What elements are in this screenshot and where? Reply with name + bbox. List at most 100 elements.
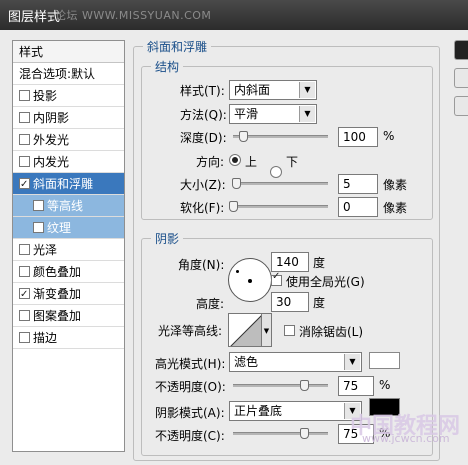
soften-label: 软化(F): [180,201,225,215]
styles-list-item[interactable]: 描边 [13,327,124,349]
depth-input[interactable]: 100 [338,127,378,147]
cancel-button[interactable] [454,68,468,88]
highlight-opacity-slider[interactable] [233,384,328,387]
altitude-label: 高度: [196,297,225,311]
chevron-down-icon: ▼ [299,106,315,122]
size-label: 大小(Z): [180,178,226,192]
gloss-contour-dropdown[interactable]: ▼ [262,313,272,347]
checkbox-icon[interactable] [33,222,44,233]
direction-down-radio[interactable] [270,166,282,178]
chevron-down-icon: ▼ [344,354,360,370]
angle-dial-center [248,279,252,283]
highlight-opacity-label: 不透明度(O): [155,380,226,394]
new-style-button[interactable] [454,96,468,116]
chevron-down-icon: ▼ [299,82,315,98]
styles-list-item[interactable]: 等高线 [13,195,124,217]
styles-list-item[interactable]: 光泽 [13,239,124,261]
global-light-checkbox[interactable] [271,271,285,288]
shadow-mode-label: 阴影模式(A): [155,406,225,420]
shadow-mode-select[interactable]: 正片叠底 ▼ [229,401,362,421]
styles-list-item[interactable]: 渐变叠加 [13,283,124,306]
styles-list-item-label: 图案叠加 [33,309,82,323]
slider-thumb[interactable] [300,380,310,391]
highlight-opacity-input[interactable]: 75 [338,376,374,396]
size-slider[interactable] [233,182,328,185]
antialias-checkbox[interactable] [284,324,298,338]
styles-list-item-label: 内发光 [33,155,70,169]
blend-options-item[interactable]: 混合选项:默认 [13,63,124,85]
shadow-mode-value: 正片叠底 [234,404,283,418]
soften-unit: 像素 [383,201,408,215]
highlight-mode-select[interactable]: 滤色 ▼ [229,352,362,372]
title-watermark: 论坛 WWW.MISSYUAN.COM [55,9,212,22]
direction-up-radio[interactable] [229,154,241,166]
styles-list-item-label: 内阴影 [33,111,70,125]
checkbox-icon[interactable] [19,244,30,255]
styles-list-item[interactable]: 内阴影 [13,107,124,129]
checkbox-icon [284,325,295,336]
site-watermark-url: www.jcwcn.com [362,432,450,445]
style-label: 样式(T): [180,84,225,98]
style-select[interactable]: 内斜面 ▼ [229,80,317,100]
direction-down-label: 下 [286,155,299,169]
checkbox-icon[interactable] [19,134,30,145]
structure-title: 结构 [151,58,184,75]
styles-list-item-label: 渐变叠加 [33,287,82,301]
angle-label: 角度(N): [178,258,225,272]
checkbox-icon[interactable] [19,112,30,123]
depth-label: 深度(D): [180,131,227,145]
technique-select[interactable]: 平滑 ▼ [229,104,317,124]
checkbox-icon[interactable] [19,332,30,343]
highlight-mode-label: 高光模式(H): [155,357,226,371]
highlight-mode-value: 滤色 [234,355,259,369]
checkbox-icon[interactable] [19,310,30,321]
styles-list-item-label: 等高线 [47,199,84,213]
checkbox-icon[interactable] [33,200,44,211]
direction-label: 方向: [196,155,225,169]
slider-thumb[interactable] [231,178,241,189]
styles-list-item-label: 描边 [33,331,58,345]
chevron-down-icon: ▼ [263,327,270,335]
styles-list-item[interactable]: 投影 [13,85,124,107]
checkbox-icon[interactable] [19,174,30,196]
checkbox-icon[interactable] [19,156,30,167]
styles-list-item-label: 投影 [33,89,58,103]
angle-dial-handle[interactable] [236,270,239,273]
gloss-contour-preview[interactable] [228,313,262,347]
checkbox-icon[interactable] [19,284,30,306]
shading-title: 阴影 [151,230,184,247]
style-select-value: 内斜面 [234,83,271,97]
altitude-input[interactable]: 30 [271,292,309,312]
styles-list-item[interactable]: 颜色叠加 [13,261,124,283]
styles-list-item[interactable]: 外发光 [13,129,124,151]
size-input[interactable]: 5 [338,174,378,194]
ok-button[interactable] [454,40,468,60]
styles-list-item[interactable]: 纹理 [13,217,124,239]
styles-header[interactable]: 样式 [13,41,124,63]
highlight-color-swatch[interactable] [369,352,400,369]
styles-list-item[interactable]: 图案叠加 [13,305,124,327]
size-unit: 像素 [383,178,408,192]
slider-thumb[interactable] [238,131,248,142]
technique-select-value: 平滑 [234,107,259,121]
shadow-opacity-label: 不透明度(C): [155,429,225,443]
altitude-unit: 度 [313,296,326,310]
checkbox-icon[interactable] [19,266,30,277]
technique-label: 方法(Q): [180,108,227,122]
styles-list: 样式 混合选项:默认 投影内阴影外发光内发光斜面和浮雕等高线纹理光泽颜色叠加渐变… [12,40,125,452]
slider-thumb[interactable] [229,201,238,212]
soften-slider[interactable] [233,205,328,208]
checkbox-icon[interactable] [19,90,30,101]
highlight-opacity-unit: % [379,378,391,392]
global-light-label: 使用全局光(G) [286,275,365,289]
shadow-opacity-slider[interactable] [233,432,328,435]
styles-list-item-label: 纹理 [47,221,72,235]
angle-input[interactable]: 140 [271,252,309,272]
styles-list-item[interactable]: 斜面和浮雕 [13,173,124,196]
slider-thumb[interactable] [300,428,310,439]
window-title: 图层样式 [8,10,61,25]
styles-list-item[interactable]: 内发光 [13,151,124,173]
direction-up-label: 上 [245,155,258,169]
soften-input[interactable]: 0 [338,197,378,217]
contour-curve-icon [230,315,261,346]
